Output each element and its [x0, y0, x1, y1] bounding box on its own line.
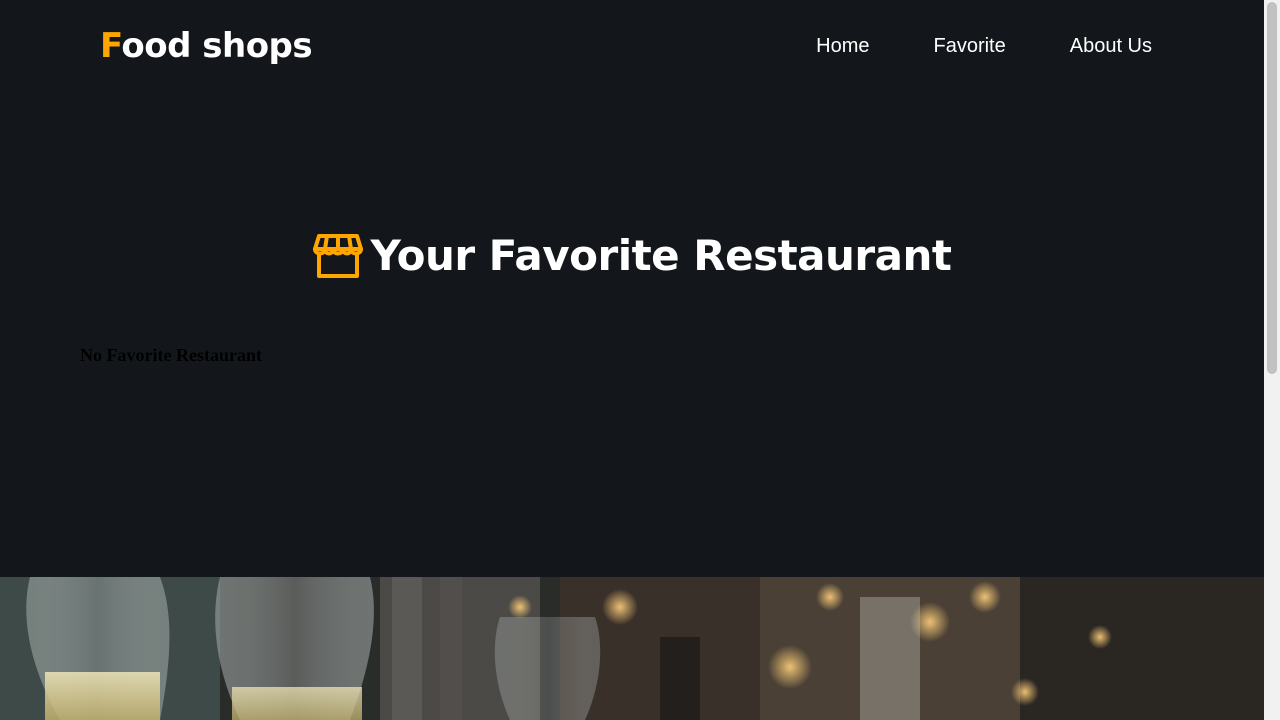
site-header: Food shops Home Favorite About Us — [0, 0, 1264, 92]
nav-link-home[interactable]: Home — [816, 32, 869, 60]
page-title: Your Favorite Restaurant — [0, 226, 1264, 286]
nav-link-favorite[interactable]: Favorite — [933, 32, 1005, 60]
page-scrollbar[interactable] — [1264, 0, 1280, 720]
store-icon — [312, 233, 363, 279]
footer-restaurant-photo — [0, 577, 1264, 720]
scrollbar-thumb[interactable] — [1267, 2, 1277, 374]
logo-text: ood shops — [121, 26, 313, 66]
main-nav: Home Favorite About Us — [816, 32, 1152, 60]
logo-accent-letter: F — [100, 26, 122, 66]
page-heading: Your Favorite Restaurant — [370, 231, 952, 280]
empty-state-message: No Favorite Restaurant — [80, 345, 262, 365]
nav-link-about-us[interactable]: About Us — [1070, 32, 1152, 60]
restaurant-glasses-photo — [0, 577, 1264, 720]
site-logo[interactable]: Food shops — [100, 24, 313, 68]
page: Food shops Home Favorite About Us Your F… — [0, 0, 1264, 720]
